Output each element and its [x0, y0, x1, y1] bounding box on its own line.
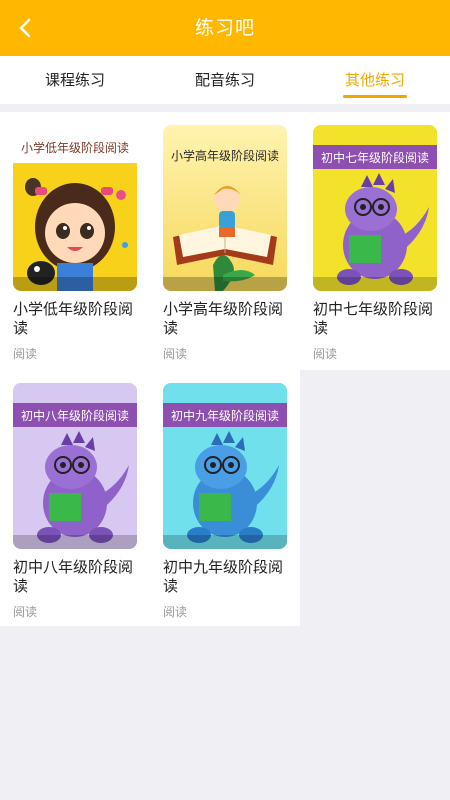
- card-title: 初中八年级阶段阅读: [13, 558, 134, 595]
- cover-label: 小学高年级阶段阅读: [170, 149, 279, 163]
- active-tab-indicator: [343, 95, 407, 98]
- tab-dubbing-practice[interactable]: 配音练习: [150, 56, 300, 104]
- course-card[interactable]: 初中八年级阶段阅读 初中八年级阶段阅读 阅读: [0, 370, 150, 624]
- tab-label: 其他练习: [344, 71, 405, 89]
- card-category: 阅读: [13, 605, 38, 619]
- cover-label: 小学低年级阶段阅读: [20, 141, 129, 155]
- cover-image: 小学高年级阶段阅读: [163, 125, 287, 291]
- tab-other-practice[interactable]: 其他练习: [300, 56, 450, 104]
- tab-label: 配音练习: [194, 71, 255, 89]
- course-card[interactable]: 初中七年级阶段阅读 初中七年级阶段阅读 阅读: [300, 112, 450, 366]
- card-category: 阅读: [313, 347, 338, 361]
- course-card[interactable]: 小学高年级阶段阅读 小学高年级阶段阅读 阅读: [150, 112, 300, 366]
- cover-label: 初中九年级阶段阅读: [170, 409, 279, 423]
- card-category: 阅读: [163, 347, 188, 361]
- cover-image: 小学低年级阶段阅读: [13, 125, 137, 291]
- cover-image: 初中八年级阶段阅读: [13, 383, 137, 549]
- course-card[interactable]: 初中九年级阶段阅读 初中九年级阶段阅读 阅读: [150, 370, 300, 624]
- cover-label: 初中七年级阶段阅读: [320, 151, 429, 165]
- tab-course-practice[interactable]: 课程练习: [0, 56, 150, 104]
- cover-image: 初中九年级阶段阅读: [163, 383, 287, 549]
- cover-label: 初中八年级阶段阅读: [20, 409, 129, 423]
- card-title: 小学高年级阶段阅读: [163, 300, 284, 337]
- cover-image: 初中七年级阶段阅读: [313, 125, 437, 291]
- card-title: 初中九年级阶段阅读: [163, 558, 284, 595]
- card-title: 小学低年级阶段阅读: [13, 300, 134, 337]
- course-card[interactable]: 小学低年级阶段阅读 小学低年级阶段阅读 阅读: [0, 112, 150, 366]
- card-category: 阅读: [163, 605, 188, 619]
- card-category: 阅读: [13, 347, 38, 361]
- page-title: 练习吧: [194, 17, 255, 39]
- top-app-bar: 练习吧: [0, 0, 450, 56]
- tab-label: 课程练习: [44, 71, 105, 89]
- divider: [0, 104, 450, 112]
- card-title: 初中七年级阶段阅读: [313, 300, 434, 337]
- tab-bar: 课程练习 配音练习 其他练习: [0, 56, 450, 104]
